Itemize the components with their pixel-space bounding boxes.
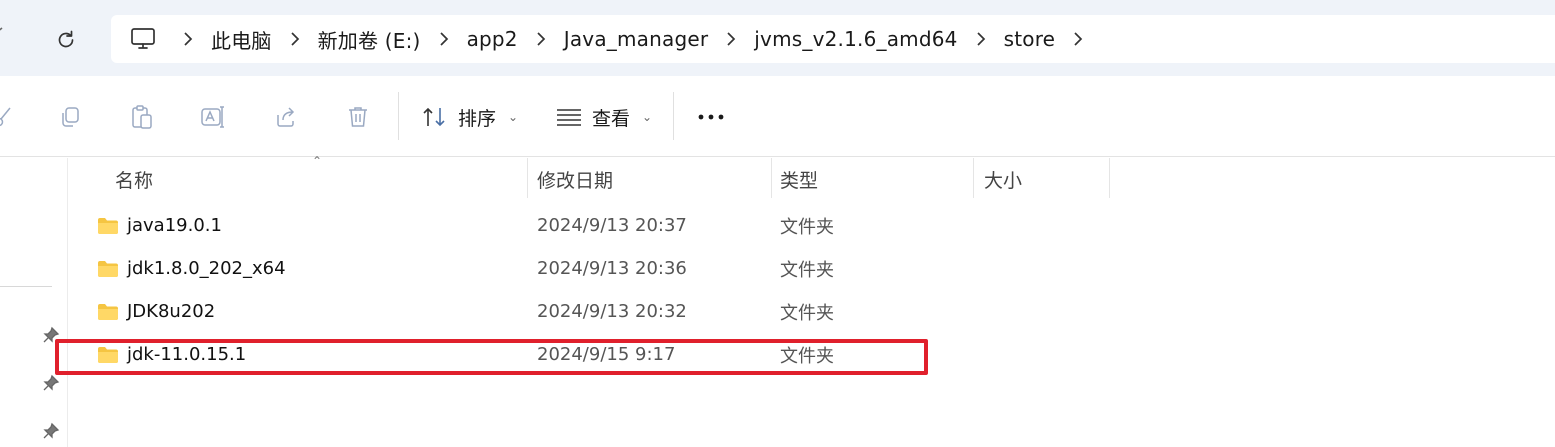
sort-icon [423, 107, 445, 127]
command-separator [398, 92, 399, 140]
breadcrumb[interactable]: 此电脑 新加卷 (E:) app2 Java_manager jvms_v2.1… [111, 15, 1555, 63]
file-name-cell: jdk-11.0.15.1 [97, 333, 246, 376]
column-header-name[interactable]: 名称 [115, 158, 153, 200]
column-divider[interactable] [1109, 158, 1110, 198]
more-options-button[interactable] [694, 100, 728, 134]
file-modified-cell: 2024/9/13 20:36 [537, 258, 687, 279]
column-header-type[interactable]: 类型 [780, 158, 818, 200]
refresh-button[interactable] [50, 24, 82, 56]
file-type-cell: 文件夹 [780, 259, 834, 281]
column-divider[interactable] [771, 158, 772, 198]
navigation-pane [0, 158, 68, 447]
folder-icon [98, 303, 118, 320]
pin-icon[interactable] [42, 422, 60, 440]
breadcrumb-item-drive-e[interactable]: 新加卷 (E:) [312, 25, 427, 54]
file-name-cell: JDK8u202 [97, 290, 215, 333]
breadcrumb-item-jvms[interactable]: jvms_v2.1.6_amd64 [748, 27, 963, 51]
chevron-right-icon[interactable] [1061, 31, 1095, 47]
file-type-cell: 文件夹 [780, 302, 834, 324]
more-icon [698, 114, 724, 120]
view-button[interactable]: 查看 ⌄ [556, 98, 652, 136]
column-divider[interactable] [527, 158, 528, 198]
table-row[interactable]: JDK8u202 2024/9/13 20:32 文件夹 [69, 290, 1555, 333]
breadcrumb-item-store[interactable]: store [998, 27, 1062, 51]
file-type-cell: 文件夹 [780, 345, 834, 367]
chevron-right-icon[interactable] [171, 31, 205, 47]
file-type-cell: 文件夹 [780, 216, 834, 238]
file-name-cell: jdk1.8.0_202_x64 [97, 247, 286, 290]
command-bar: 排序 ⌄ 查看 ⌄ [0, 76, 1555, 157]
chevron-right-icon[interactable] [714, 31, 748, 47]
breadcrumb-item-app2[interactable]: app2 [461, 27, 524, 51]
chevron-right-icon[interactable] [524, 31, 558, 47]
table-row[interactable]: jdk1.8.0_202_x64 2024/9/13 20:36 文件夹 [69, 247, 1555, 290]
sort-button[interactable]: 排序 ⌄ [422, 98, 518, 136]
view-label: 查看 [592, 107, 631, 130]
back-arrow-icon[interactable] [0, 26, 8, 46]
address-bar-row: 此电脑 新加卷 (E:) app2 Java_manager jvms_v2.1… [0, 0, 1555, 76]
file-name-cell: java19.0.1 [97, 204, 222, 247]
nav-divider [0, 286, 52, 287]
folder-icon [98, 346, 118, 363]
paste-icon[interactable] [125, 100, 159, 134]
share-icon[interactable] [269, 100, 303, 134]
sort-ascending-icon: ⌃ [312, 154, 323, 168]
table-row[interactable]: java19.0.1 2024/9/13 20:37 文件夹 [69, 204, 1555, 247]
table-row[interactable]: jdk-11.0.15.1 2024/9/15 9:17 文件夹 [69, 333, 1555, 376]
file-modified-cell: 2024/9/15 9:17 [537, 344, 676, 365]
breadcrumb-item-this-pc[interactable]: 此电脑 [205, 25, 278, 54]
cut-icon[interactable] [0, 100, 20, 134]
column-header-modified[interactable]: 修改日期 [537, 158, 613, 200]
pin-icon[interactable] [42, 374, 60, 392]
breadcrumb-item-java-manager[interactable]: Java_manager [558, 27, 715, 51]
pin-icon[interactable] [42, 326, 60, 344]
rename-icon[interactable] [196, 100, 230, 134]
command-separator [673, 92, 674, 140]
file-modified-cell: 2024/9/13 20:37 [537, 215, 687, 236]
computer-icon[interactable] [111, 27, 171, 51]
folder-icon [98, 217, 118, 234]
chevron-right-icon[interactable] [427, 31, 461, 47]
file-modified-cell: 2024/9/13 20:32 [537, 301, 687, 322]
column-divider[interactable] [973, 158, 974, 198]
column-header-size[interactable]: 大小 [984, 158, 1022, 200]
refresh-icon [58, 30, 74, 48]
copy-icon[interactable] [53, 100, 87, 134]
chevron-right-icon[interactable] [964, 31, 998, 47]
sort-label: 排序 [458, 107, 497, 130]
chevron-right-icon[interactable] [278, 31, 312, 47]
chevron-down-icon: ⌄ [642, 110, 653, 124]
folder-icon [98, 260, 118, 277]
chevron-down-icon: ⌄ [508, 110, 519, 124]
file-list: ⌃ 名称 修改日期 类型 大小 java19.0.1 2024/9/13 20:… [69, 154, 1555, 447]
view-icon [557, 109, 581, 126]
delete-icon[interactable] [341, 100, 375, 134]
